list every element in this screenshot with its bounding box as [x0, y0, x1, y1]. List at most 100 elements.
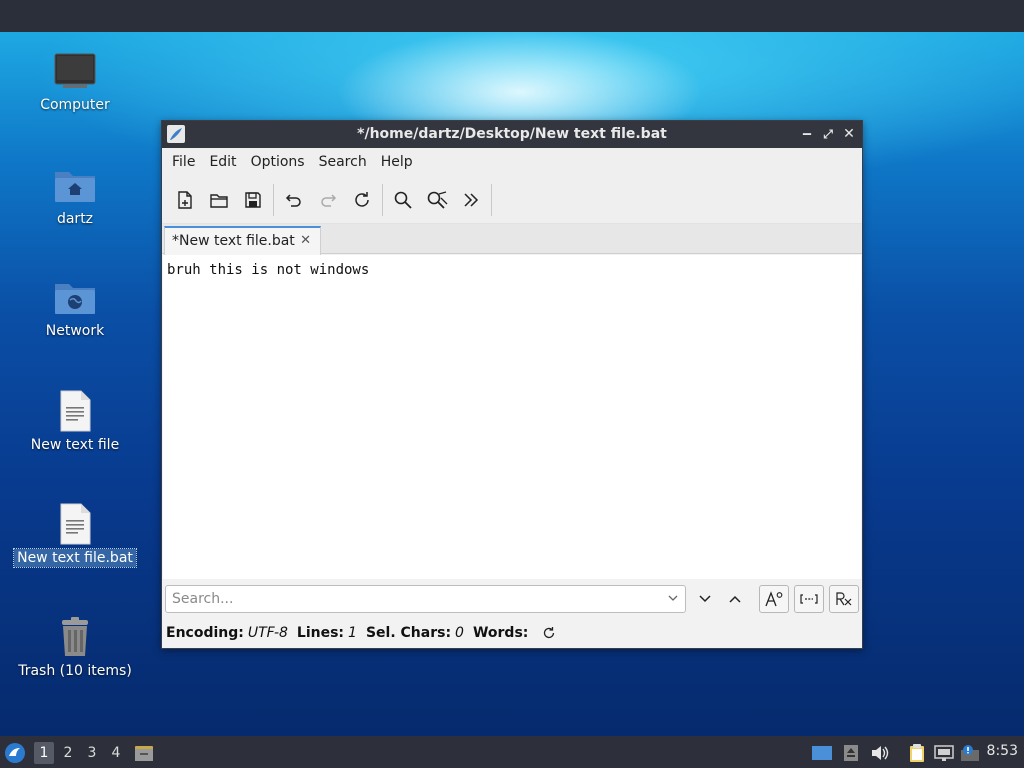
- chevron-up-icon: [729, 595, 741, 603]
- desktop-icon-bat-file[interactable]: New text file.bat: [10, 503, 140, 568]
- menu-options[interactable]: Options: [244, 154, 312, 170]
- chevron-down-icon[interactable]: [666, 591, 680, 605]
- clipboard-icon: [910, 744, 924, 762]
- menu-help[interactable]: Help: [374, 154, 420, 170]
- file-manager-launcher[interactable]: [133, 742, 155, 764]
- sel-chars-label: Sel. Chars:: [365, 625, 452, 641]
- text-editor-area[interactable]: bruh this is not windows: [163, 255, 861, 579]
- volume-button[interactable]: [869, 742, 891, 764]
- speaker-icon: [872, 746, 889, 760]
- desktop-icon-home[interactable]: dartz: [10, 166, 140, 228]
- sel-chars-value: 0: [455, 625, 464, 641]
- tab-new-text-file-bat[interactable]: *New text file.bat ✕: [164, 226, 321, 255]
- workspace-2[interactable]: 2: [58, 742, 78, 764]
- save-icon: [245, 191, 261, 208]
- updates-notification-button[interactable]: [959, 742, 981, 764]
- editor-content: bruh this is not windows: [167, 262, 370, 278]
- regex-button[interactable]: [829, 585, 859, 613]
- home-folder-icon: [55, 172, 95, 202]
- match-case-icon: [765, 591, 783, 607]
- workspace-4[interactable]: 4: [106, 742, 126, 764]
- desktop-icon-label: New text file: [30, 437, 120, 453]
- encoding-label: Encoding:: [166, 625, 244, 641]
- clock[interactable]: 8:53: [987, 743, 1018, 759]
- undo-button[interactable]: [277, 183, 311, 217]
- find-replace-icon: [427, 190, 448, 209]
- eject-button[interactable]: [840, 742, 862, 764]
- update-notification-icon: [961, 745, 979, 761]
- find-next-button[interactable]: [690, 585, 720, 613]
- encoding-value: UTF-8: [247, 625, 288, 641]
- desktop-icon-label: Trash (10 items): [18, 663, 132, 679]
- match-case-button[interactable]: [759, 585, 789, 613]
- whole-word-icon: [800, 594, 818, 604]
- desktop-icon-network[interactable]: Network: [10, 278, 140, 340]
- save-button[interactable]: [236, 183, 270, 217]
- reload-button[interactable]: [345, 183, 379, 217]
- desktop-icon-trash[interactable]: Trash (10 items): [10, 616, 140, 680]
- show-desktop-button[interactable]: [811, 742, 833, 764]
- file-manager-icon: [135, 746, 153, 761]
- desktop-icon: [812, 746, 832, 760]
- new-file-button[interactable]: [168, 183, 202, 217]
- tab-bar: *New text file.bat ✕: [162, 224, 862, 255]
- top-panel: [0, 0, 1024, 32]
- menu-search[interactable]: Search: [312, 154, 374, 170]
- search-input[interactable]: [165, 585, 686, 613]
- desktop-icon-text-file[interactable]: New text file: [10, 390, 140, 454]
- workspace-1[interactable]: 1: [34, 742, 54, 764]
- regex-icon: [836, 592, 852, 606]
- minimize-button[interactable]: ‒: [798, 124, 816, 144]
- find-button[interactable]: [386, 183, 420, 217]
- clipboard-button[interactable]: [906, 742, 928, 764]
- refresh-icon: [544, 627, 555, 639]
- taskbar: 1 2 3 4 8:53: [0, 736, 1024, 768]
- redo-icon: [321, 193, 337, 207]
- start-menu-button[interactable]: [4, 742, 26, 764]
- text-file-icon: [60, 503, 91, 545]
- desktop-icon-label: dartz: [56, 211, 94, 227]
- toolbar-separator: [491, 183, 492, 216]
- redo-button[interactable]: [311, 183, 345, 217]
- menu-edit[interactable]: Edit: [202, 154, 243, 170]
- status-bar: Encoding: UTF-8 Lines: 1 Sel. Chars: 0 W…: [166, 623, 556, 643]
- menubar: File Edit Options Search Help: [162, 148, 862, 176]
- reload-icon: [355, 191, 369, 207]
- toolbar: [162, 176, 862, 224]
- whole-word-button[interactable]: [794, 585, 824, 613]
- text-file-icon: [60, 390, 91, 432]
- lubuntu-logo-icon: [5, 743, 25, 763]
- window-title: */home/dartz/Desktop/New text file.bat: [357, 126, 667, 142]
- editor-window[interactable]: */home/dartz/Desktop/New text file.bat ‒…: [161, 120, 863, 649]
- refresh-words-button[interactable]: [542, 626, 556, 640]
- toolbar-separator: [273, 183, 274, 216]
- monitor-icon: [54, 53, 96, 88]
- close-button[interactable]: ✕: [840, 124, 858, 144]
- words-label: Words:: [472, 625, 529, 641]
- network-button[interactable]: [933, 742, 955, 764]
- window-titlebar[interactable]: */home/dartz/Desktop/New text file.bat ‒…: [162, 121, 862, 148]
- desktop-icon-label: Network: [45, 323, 105, 339]
- network-folder-icon: [55, 284, 95, 314]
- tab-label: *New text file.bat: [172, 233, 295, 249]
- desktop-icon-computer[interactable]: Computer: [10, 52, 140, 114]
- undo-icon: [285, 193, 301, 207]
- maximize-button[interactable]: ⤢: [819, 124, 837, 144]
- go-to-line-button[interactable]: [454, 183, 488, 217]
- search-icon: [394, 191, 412, 209]
- desktop-icon-label: Computer: [40, 97, 110, 113]
- open-file-button[interactable]: [202, 183, 236, 217]
- chevron-down-icon: [699, 595, 711, 603]
- new-file-icon: [178, 190, 192, 209]
- trash-icon: [62, 617, 88, 656]
- menu-file[interactable]: File: [165, 154, 202, 170]
- find-replace-button[interactable]: [420, 183, 454, 217]
- double-chevron-right-icon: [464, 192, 479, 207]
- desktop-icon-label: New text file.bat: [13, 548, 137, 568]
- network-wired-icon: [934, 745, 954, 761]
- workspace-3[interactable]: 3: [82, 742, 102, 764]
- tab-close-icon[interactable]: ✕: [300, 233, 311, 248]
- lines-label: Lines:: [296, 625, 345, 641]
- find-previous-button[interactable]: [720, 585, 750, 613]
- lines-value: 1: [348, 625, 357, 641]
